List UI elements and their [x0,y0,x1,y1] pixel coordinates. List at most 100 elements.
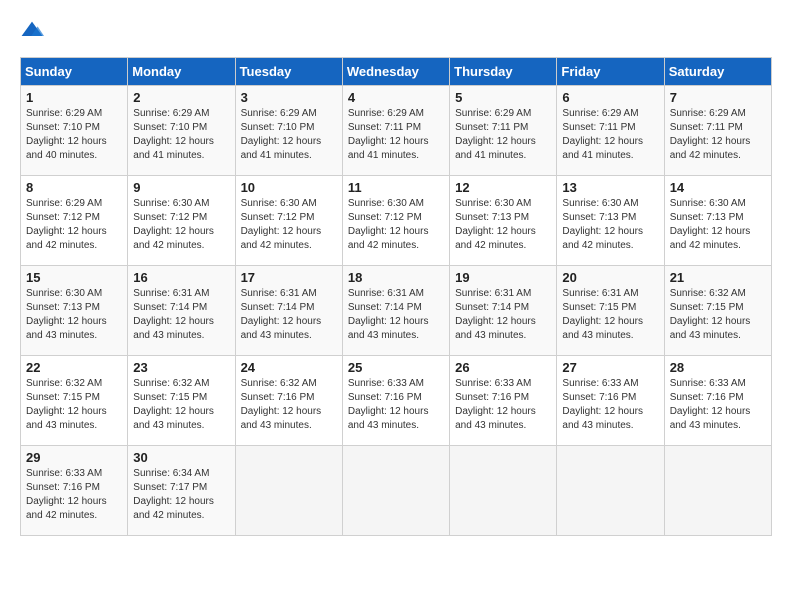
calendar-cell: 27 Sunrise: 6:33 AMSunset: 7:16 PMDayligh… [557,356,664,446]
day-info: Sunrise: 6:29 AMSunset: 7:11 PMDaylight:… [455,107,551,163]
calendar-cell: 7Sunrise: 6:29 AMSunset: 7:11 PMDaylight… [664,86,771,176]
day-number: 17 [241,270,337,285]
day-info: Sunrise: 6:33 AMSunset: 7:16 PMDaylight:… [670,377,766,433]
calendar-cell: 4 Sunrise: 6:29 AMSunset: 7:11 PMDaylight… [342,86,449,176]
weekday-header-tuesday: Tuesday [235,58,342,86]
day-number: 26 [455,360,551,375]
day-info: Sunrise: 6:30 AMSunset: 7:13 PMDaylight:… [670,197,766,253]
day-number: 11 [348,180,444,195]
day-info: Sunrise: 6:30 AMSunset: 7:12 PMDaylight:… [241,197,337,253]
day-number: 14 [670,180,766,195]
day-number: 21 [670,270,766,285]
calendar-table: SundayMondayTuesdayWednesdayThursdayFrid… [20,57,772,536]
day-number: 30 [133,450,229,465]
calendar-cell: 5 Sunrise: 6:29 AMSunset: 7:11 PMDaylight… [450,86,557,176]
calendar-cell [557,446,664,536]
day-number: 27 [562,360,658,375]
calendar-cell: 18 Sunrise: 6:31 AMSunset: 7:14 PMDayligh… [342,266,449,356]
weekday-header-friday: Friday [557,58,664,86]
calendar-cell: 23Sunrise: 6:32 AMSunset: 7:15 PMDayligh… [128,356,235,446]
calendar-cell: 1Sunrise: 6:29 AMSunset: 7:10 PMDaylight… [21,86,128,176]
calendar-cell: 22Sunrise: 6:32 AMSunset: 7:15 PMDayligh… [21,356,128,446]
calendar-cell [664,446,771,536]
day-info: Sunrise: 6:29 AMSunset: 7:10 PMDaylight:… [241,107,337,163]
calendar-cell: 9Sunrise: 6:30 AMSunset: 7:12 PMDaylight… [128,176,235,266]
day-info: Sunrise: 6:29 AMSunset: 7:10 PMDaylight:… [133,107,229,163]
day-info: Sunrise: 6:32 AMSunset: 7:16 PMDaylight:… [241,377,337,433]
calendar-cell: 15 Sunrise: 6:30 AMSunset: 7:13 PMDayligh… [21,266,128,356]
day-number: 28 [670,360,766,375]
day-info: Sunrise: 6:29 AMSunset: 7:10 PMDaylight:… [26,107,122,163]
calendar-cell: 30 Sunrise: 6:34 AMSunset: 7:17 PMDayligh… [128,446,235,536]
day-info: Sunrise: 6:30 AMSunset: 7:12 PMDaylight:… [348,197,444,253]
day-info: Sunrise: 6:31 AMSunset: 7:14 PMDaylight:… [455,287,551,343]
calendar-cell: 29Sunrise: 6:33 AMSunset: 7:16 PMDayligh… [21,446,128,536]
calendar-cell: 11 Sunrise: 6:30 AMSunset: 7:12 PMDayligh… [342,176,449,266]
day-number: 8 [26,180,122,195]
week-row-1: 1Sunrise: 6:29 AMSunset: 7:10 PMDaylight… [21,86,772,176]
day-info: Sunrise: 6:30 AMSunset: 7:12 PMDaylight:… [133,197,229,253]
day-info: Sunrise: 6:33 AMSunset: 7:16 PMDaylight:… [26,467,122,523]
calendar-cell: 17 Sunrise: 6:31 AMSunset: 7:14 PMDayligh… [235,266,342,356]
day-info: Sunrise: 6:31 AMSunset: 7:14 PMDaylight:… [348,287,444,343]
day-info: Sunrise: 6:29 AMSunset: 7:11 PMDaylight:… [348,107,444,163]
day-number: 20 [562,270,658,285]
day-info: Sunrise: 6:31 AMSunset: 7:14 PMDaylight:… [133,287,229,343]
day-number: 16 [133,270,229,285]
calendar-cell: 10 Sunrise: 6:30 AMSunset: 7:12 PMDayligh… [235,176,342,266]
day-info: Sunrise: 6:29 AMSunset: 7:11 PMDaylight:… [670,107,766,163]
day-info: Sunrise: 6:32 AMSunset: 7:15 PMDaylight:… [26,377,122,433]
day-info: Sunrise: 6:30 AMSunset: 7:13 PMDaylight:… [455,197,551,253]
calendar-cell [450,446,557,536]
week-row-4: 22Sunrise: 6:32 AMSunset: 7:15 PMDayligh… [21,356,772,446]
day-info: Sunrise: 6:34 AMSunset: 7:17 PMDaylight:… [133,467,229,523]
weekday-header-sunday: Sunday [21,58,128,86]
day-number: 24 [241,360,337,375]
day-number: 12 [455,180,551,195]
weekday-header-wednesday: Wednesday [342,58,449,86]
day-number: 23 [133,360,229,375]
day-number: 18 [348,270,444,285]
logo [20,20,48,45]
day-info: Sunrise: 6:31 AMSunset: 7:14 PMDaylight:… [241,287,337,343]
weekday-header-thursday: Thursday [450,58,557,86]
day-info: Sunrise: 6:29 AMSunset: 7:11 PMDaylight:… [562,107,658,163]
day-number: 3 [241,90,337,105]
calendar-cell: 16 Sunrise: 6:31 AMSunset: 7:14 PMDayligh… [128,266,235,356]
week-row-3: 15 Sunrise: 6:30 AMSunset: 7:13 PMDayligh… [21,266,772,356]
day-number: 5 [455,90,551,105]
calendar-cell: 25 Sunrise: 6:33 AMSunset: 7:16 PMDayligh… [342,356,449,446]
day-info: Sunrise: 6:33 AMSunset: 7:16 PMDaylight:… [455,377,551,433]
calendar-cell: 2 Sunrise: 6:29 AMSunset: 7:10 PMDaylight… [128,86,235,176]
calendar-cell: 24 Sunrise: 6:32 AMSunset: 7:16 PMDayligh… [235,356,342,446]
day-info: Sunrise: 6:30 AMSunset: 7:13 PMDaylight:… [26,287,122,343]
day-info: Sunrise: 6:29 AMSunset: 7:12 PMDaylight:… [26,197,122,253]
header [20,20,772,45]
day-number: 4 [348,90,444,105]
logo-image [20,20,44,45]
day-number: 15 [26,270,122,285]
calendar-cell [235,446,342,536]
calendar-cell: 19 Sunrise: 6:31 AMSunset: 7:14 PMDayligh… [450,266,557,356]
day-info: Sunrise: 6:33 AMSunset: 7:16 PMDaylight:… [348,377,444,433]
week-row-2: 8 Sunrise: 6:29 AMSunset: 7:12 PMDaylight… [21,176,772,266]
weekday-header-saturday: Saturday [664,58,771,86]
calendar-cell: 26 Sunrise: 6:33 AMSunset: 7:16 PMDayligh… [450,356,557,446]
weekday-header-monday: Monday [128,58,235,86]
day-info: Sunrise: 6:33 AMSunset: 7:16 PMDaylight:… [562,377,658,433]
day-number: 13 [562,180,658,195]
day-number: 19 [455,270,551,285]
day-info: Sunrise: 6:31 AMSunset: 7:15 PMDaylight:… [562,287,658,343]
day-number: 2 [133,90,229,105]
calendar-cell: 8 Sunrise: 6:29 AMSunset: 7:12 PMDaylight… [21,176,128,266]
day-number: 6 [562,90,658,105]
calendar-cell: 21Sunrise: 6:32 AMSunset: 7:15 PMDayligh… [664,266,771,356]
page-container: SundayMondayTuesdayWednesdayThursdayFrid… [20,20,772,536]
weekday-header-row: SundayMondayTuesdayWednesdayThursdayFrid… [21,58,772,86]
calendar-cell: 12 Sunrise: 6:30 AMSunset: 7:13 PMDayligh… [450,176,557,266]
calendar-cell: 28 Sunrise: 6:33 AMSunset: 7:16 PMDayligh… [664,356,771,446]
calendar-cell: 3 Sunrise: 6:29 AMSunset: 7:10 PMDaylight… [235,86,342,176]
calendar-cell [342,446,449,536]
day-number: 25 [348,360,444,375]
day-number: 10 [241,180,337,195]
